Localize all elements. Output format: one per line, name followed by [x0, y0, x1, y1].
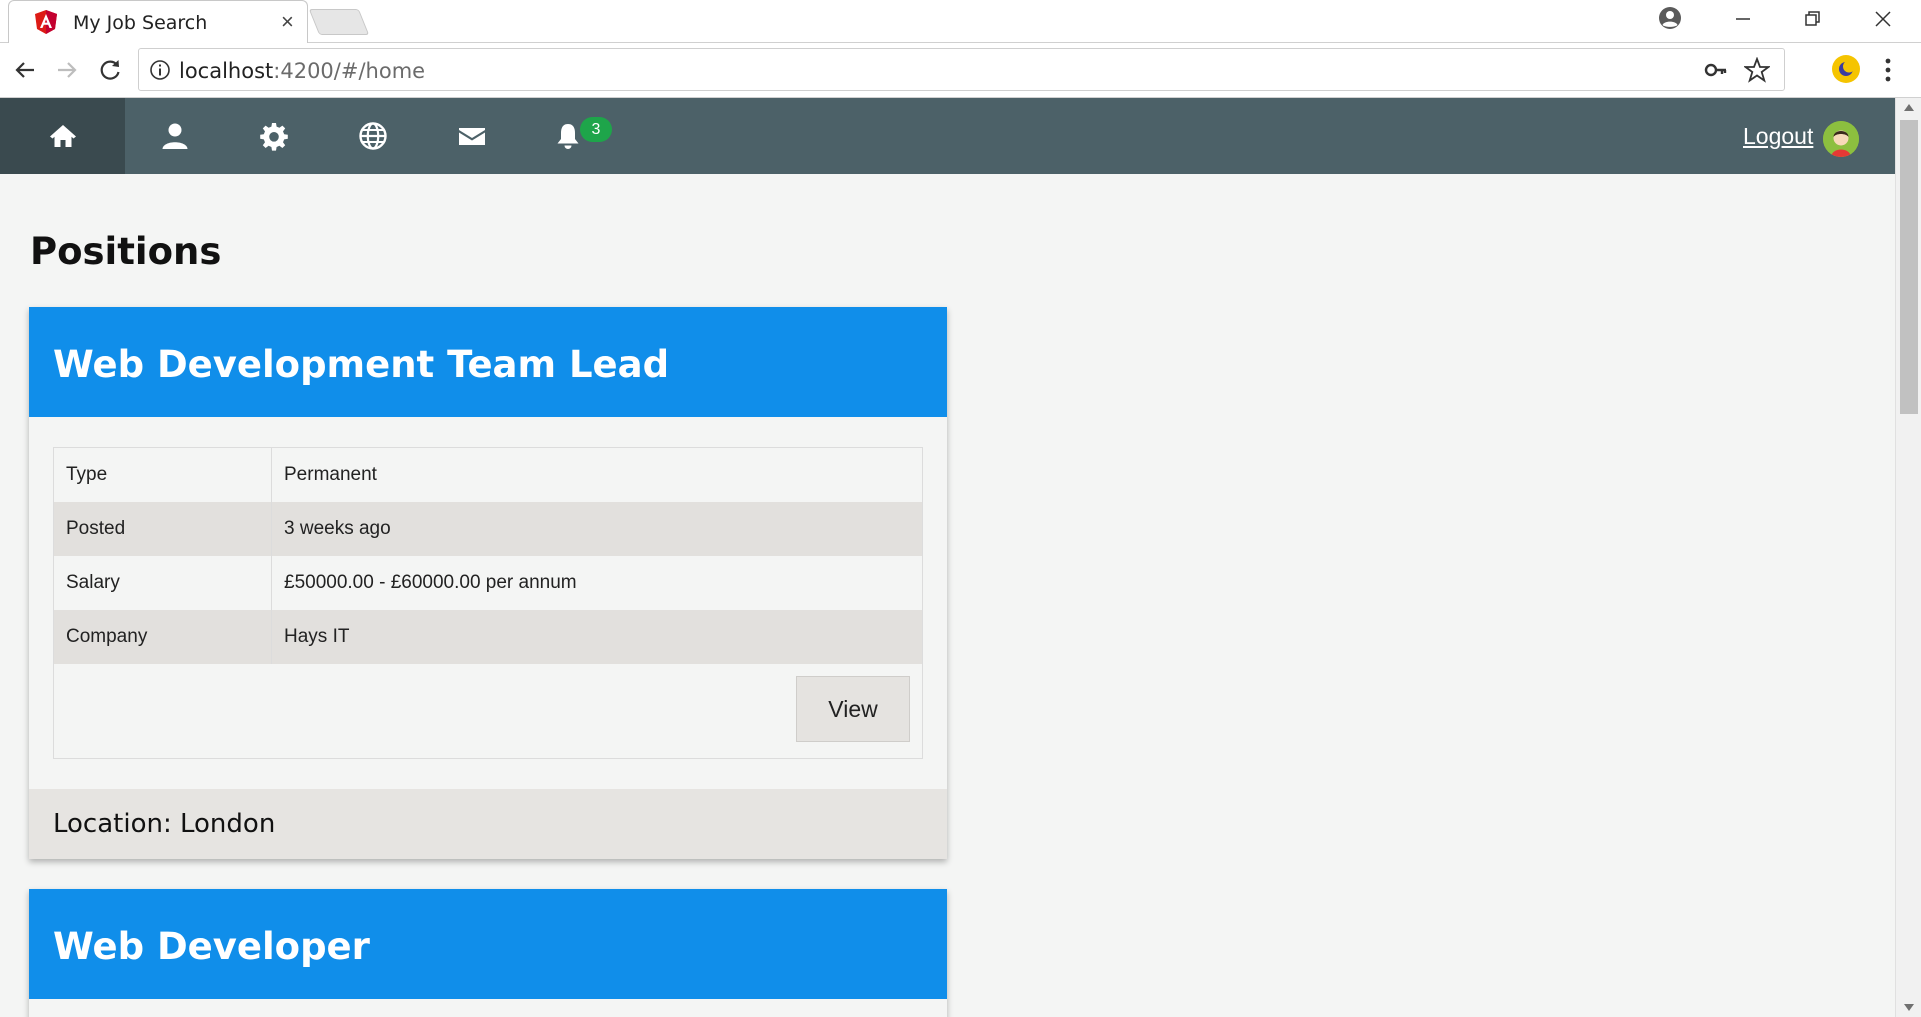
app-navbar [0, 98, 1895, 174]
tab-close-icon[interactable]: × [281, 9, 294, 35]
profile-account-icon[interactable] [1658, 6, 1682, 30]
url-path: :4200/#/home [273, 59, 426, 83]
key-icon[interactable] [1704, 60, 1728, 80]
nav-home[interactable] [0, 98, 125, 174]
nav-settings[interactable] [224, 98, 323, 174]
nav-messages[interactable] [422, 98, 521, 174]
card-actions: View [54, 664, 922, 758]
page-title: Positions [30, 230, 222, 273]
detail-label: Posted [54, 502, 272, 556]
detail-label: Company [54, 610, 272, 664]
position-details-table: Type Permanent Posted 3 weeks ago Salary… [53, 447, 923, 759]
envelope-icon [458, 128, 485, 145]
bookmark-star-icon[interactable] [1744, 57, 1770, 83]
home-icon [49, 125, 76, 147]
table-row: Posted 3 weeks ago [54, 502, 922, 556]
page-scrollbar[interactable] [1895, 98, 1921, 1017]
detail-value: £50000.00 - £60000.00 per annum [284, 572, 577, 593]
scroll-thumb[interactable] [1900, 120, 1918, 414]
close-icon[interactable] [1874, 10, 1892, 28]
browser-menu-icon[interactable] [1883, 56, 1893, 84]
browser-tab[interactable]: My Job Search × [8, 0, 308, 43]
detail-value: 3 weeks ago [284, 518, 391, 539]
minimize-icon[interactable] [1734, 10, 1752, 28]
position-title: Web Developer [29, 889, 947, 999]
user-icon [162, 123, 187, 149]
back-arrow-icon[interactable] [10, 55, 40, 85]
angular-icon [35, 10, 57, 34]
table-row: Company Hays IT [54, 610, 922, 664]
scroll-down-arrow-icon[interactable] [1904, 1004, 1914, 1011]
gear-icon [259, 123, 288, 151]
info-icon[interactable] [149, 59, 171, 81]
forward-arrow-icon[interactable] [52, 55, 82, 85]
table-row: Type Permanent [54, 448, 922, 502]
globe-icon [358, 122, 387, 150]
position-card: Web Development Team Lead Type Permanent… [29, 307, 947, 859]
tab-title: My Job Search [73, 12, 208, 34]
new-tab-button[interactable] [308, 9, 370, 35]
detail-label: Type [54, 448, 272, 502]
bell-icon [557, 124, 578, 149]
logout-link[interactable]: Logout [1743, 123, 1813, 150]
nav-profile[interactable] [125, 98, 224, 174]
reload-icon[interactable] [95, 55, 125, 85]
notification-count-badge: 3 [580, 117, 612, 142]
position-location: Location: London [29, 789, 947, 859]
position-body: Type Permanent Posted 3 weeks ago Salary… [29, 417, 947, 789]
scroll-up-arrow-icon[interactable] [1904, 104, 1914, 111]
detail-value: Permanent [284, 464, 377, 485]
url-text: localhost:4200/#/home [179, 59, 425, 83]
detail-label: Salary [54, 556, 272, 610]
browser-toolbar: localhost:4200/#/home [0, 43, 1921, 98]
main-content: Positions Web Development Team Lead Type… [0, 174, 1895, 1017]
position-body [29, 999, 947, 1017]
user-avatar-icon [1823, 121, 1859, 157]
position-title: Web Development Team Lead [29, 307, 947, 417]
position-card: Web Developer [29, 889, 947, 1017]
extension-moon-icon[interactable] [1832, 55, 1860, 83]
avatar[interactable] [1823, 121, 1859, 157]
address-bar[interactable]: localhost:4200/#/home [138, 48, 1785, 91]
view-button[interactable]: View [796, 676, 910, 742]
nav-web[interactable] [323, 98, 422, 174]
detail-value: Hays IT [284, 626, 350, 647]
url-host: localhost [179, 59, 274, 83]
restore-icon[interactable] [1804, 10, 1822, 28]
table-row: Salary £50000.00 - £60000.00 per annum [54, 556, 922, 610]
browser-tabstrip: My Job Search × [0, 0, 1921, 43]
